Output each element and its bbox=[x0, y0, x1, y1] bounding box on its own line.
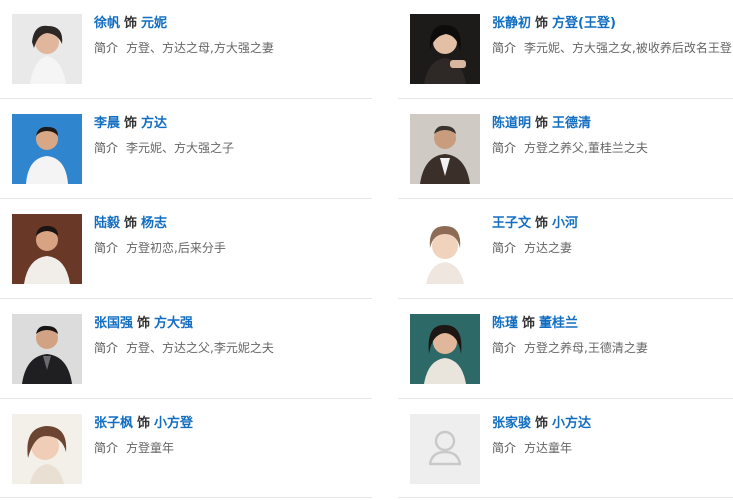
role-name-link[interactable]: 小河 bbox=[552, 216, 578, 231]
played-by-label: 饰 bbox=[124, 16, 138, 31]
role-name-link[interactable]: 董桂兰 bbox=[539, 316, 578, 331]
actor-photo[interactable] bbox=[12, 214, 82, 284]
actor-name-link[interactable]: 李晨 bbox=[94, 116, 120, 131]
row-divider bbox=[398, 398, 733, 399]
role-description: 方登之养母,王德清之妻 bbox=[524, 341, 648, 355]
played-by-label: 饰 bbox=[535, 16, 549, 31]
role-description: 方登、方达之父,李元妮之夫 bbox=[126, 341, 274, 355]
cast-card: 徐帆饰元妮 简介 方登、方达之母,方大强之妻 bbox=[0, 0, 360, 100]
role-description: 方登童年 bbox=[126, 441, 175, 455]
cast-card: 张国强饰方大强 简介 方登、方达之父,李元妮之夫 bbox=[0, 300, 360, 400]
played-by-label: 饰 bbox=[124, 216, 138, 231]
actor-name-link[interactable]: 张家骏 bbox=[492, 416, 531, 431]
played-by-label: 饰 bbox=[535, 216, 549, 231]
intro-label: 简介 bbox=[94, 41, 119, 55]
actor-photo[interactable] bbox=[410, 314, 480, 384]
played-by-label: 饰 bbox=[535, 416, 549, 431]
intro-label: 简介 bbox=[94, 141, 119, 155]
actor-photo[interactable] bbox=[12, 114, 82, 184]
actor-name-link[interactable]: 徐帆 bbox=[94, 16, 120, 31]
cast-card: 张子枫饰小方登 简介 方登童年 bbox=[0, 400, 360, 500]
played-by-label: 饰 bbox=[522, 316, 536, 331]
actor-name-link[interactable]: 陆毅 bbox=[94, 216, 120, 231]
intro-label: 简介 bbox=[492, 441, 517, 455]
cast-card: 王子文饰小河 简介 方达之妻 bbox=[398, 200, 733, 300]
row-divider bbox=[398, 497, 733, 498]
actor-photo[interactable] bbox=[12, 314, 82, 384]
actor-photo[interactable] bbox=[410, 114, 480, 184]
cast-card: 陈瑾饰董桂兰 简介 方登之养母,王德清之妻 bbox=[398, 300, 733, 400]
intro-label: 简介 bbox=[492, 241, 517, 255]
row-divider bbox=[398, 298, 733, 299]
role-name-link[interactable]: 王德清 bbox=[552, 116, 591, 131]
cast-card: 李晨饰方达 简介 李元妮、方大强之子 bbox=[0, 100, 360, 200]
actor-photo[interactable] bbox=[410, 214, 480, 284]
row-divider bbox=[398, 198, 733, 199]
placeholder-avatar-icon[interactable] bbox=[410, 414, 480, 484]
cast-card: 陈道明饰王德清 简介 方登之养父,董桂兰之夫 bbox=[398, 100, 733, 200]
played-by-label: 饰 bbox=[137, 316, 151, 331]
cast-card: 陆毅饰杨志 简介 方登初恋,后来分手 bbox=[0, 200, 360, 300]
actor-name-link[interactable]: 王子文 bbox=[492, 216, 531, 231]
row-divider bbox=[0, 98, 372, 99]
actor-name-link[interactable]: 张静初 bbox=[492, 16, 531, 31]
role-description: 李元妮、方大强之子 bbox=[126, 141, 235, 155]
intro-label: 简介 bbox=[94, 341, 119, 355]
role-description: 方登、方达之母,方大强之妻 bbox=[126, 41, 274, 55]
played-by-label: 饰 bbox=[124, 116, 138, 131]
intro-label: 简介 bbox=[492, 41, 517, 55]
role-name-link[interactable]: 方登(王登) bbox=[552, 16, 616, 31]
role-description: 方达童年 bbox=[524, 441, 573, 455]
role-description: 李元妮、方大强之女,被收养后改名王登 bbox=[524, 41, 732, 55]
actor-name-link[interactable]: 张子枫 bbox=[94, 416, 133, 431]
actor-name-link[interactable]: 张国强 bbox=[94, 316, 133, 331]
row-divider bbox=[0, 298, 372, 299]
actor-photo[interactable] bbox=[12, 414, 82, 484]
role-name-link[interactable]: 小方达 bbox=[552, 416, 591, 431]
intro-label: 简介 bbox=[94, 441, 119, 455]
role-description: 方达之妻 bbox=[524, 241, 573, 255]
intro-label: 简介 bbox=[492, 141, 517, 155]
role-name-link[interactable]: 小方登 bbox=[154, 416, 193, 431]
actor-photo[interactable] bbox=[410, 14, 480, 84]
row-divider bbox=[398, 98, 733, 99]
intro-label: 简介 bbox=[492, 341, 517, 355]
actor-name-link[interactable]: 陈道明 bbox=[492, 116, 531, 131]
row-divider bbox=[0, 198, 372, 199]
cast-card: 张静初饰方登(王登) 简介 李元妮、方大强之女,被收养后改名王登 bbox=[398, 0, 733, 100]
row-divider bbox=[0, 497, 372, 498]
cast-card: 张家骏饰小方达 简介 方达童年 bbox=[398, 400, 733, 500]
cast-list: 徐帆饰元妮 简介 方登、方达之母,方大强之妻 张静初饰方登(王登) 简介 李元妮、方… bbox=[0, 0, 733, 500]
row-divider bbox=[0, 398, 372, 399]
played-by-label: 饰 bbox=[535, 116, 549, 131]
role-name-link[interactable]: 元妮 bbox=[141, 16, 167, 31]
role-name-link[interactable]: 杨志 bbox=[141, 216, 167, 231]
role-description: 方登初恋,后来分手 bbox=[126, 241, 226, 255]
role-name-link[interactable]: 方达 bbox=[141, 116, 167, 131]
intro-label: 简介 bbox=[94, 241, 119, 255]
actor-photo[interactable] bbox=[12, 14, 82, 84]
actor-name-link[interactable]: 陈瑾 bbox=[492, 316, 518, 331]
role-description: 方登之养父,董桂兰之夫 bbox=[524, 141, 648, 155]
played-by-label: 饰 bbox=[137, 416, 151, 431]
role-name-link[interactable]: 方大强 bbox=[154, 316, 193, 331]
